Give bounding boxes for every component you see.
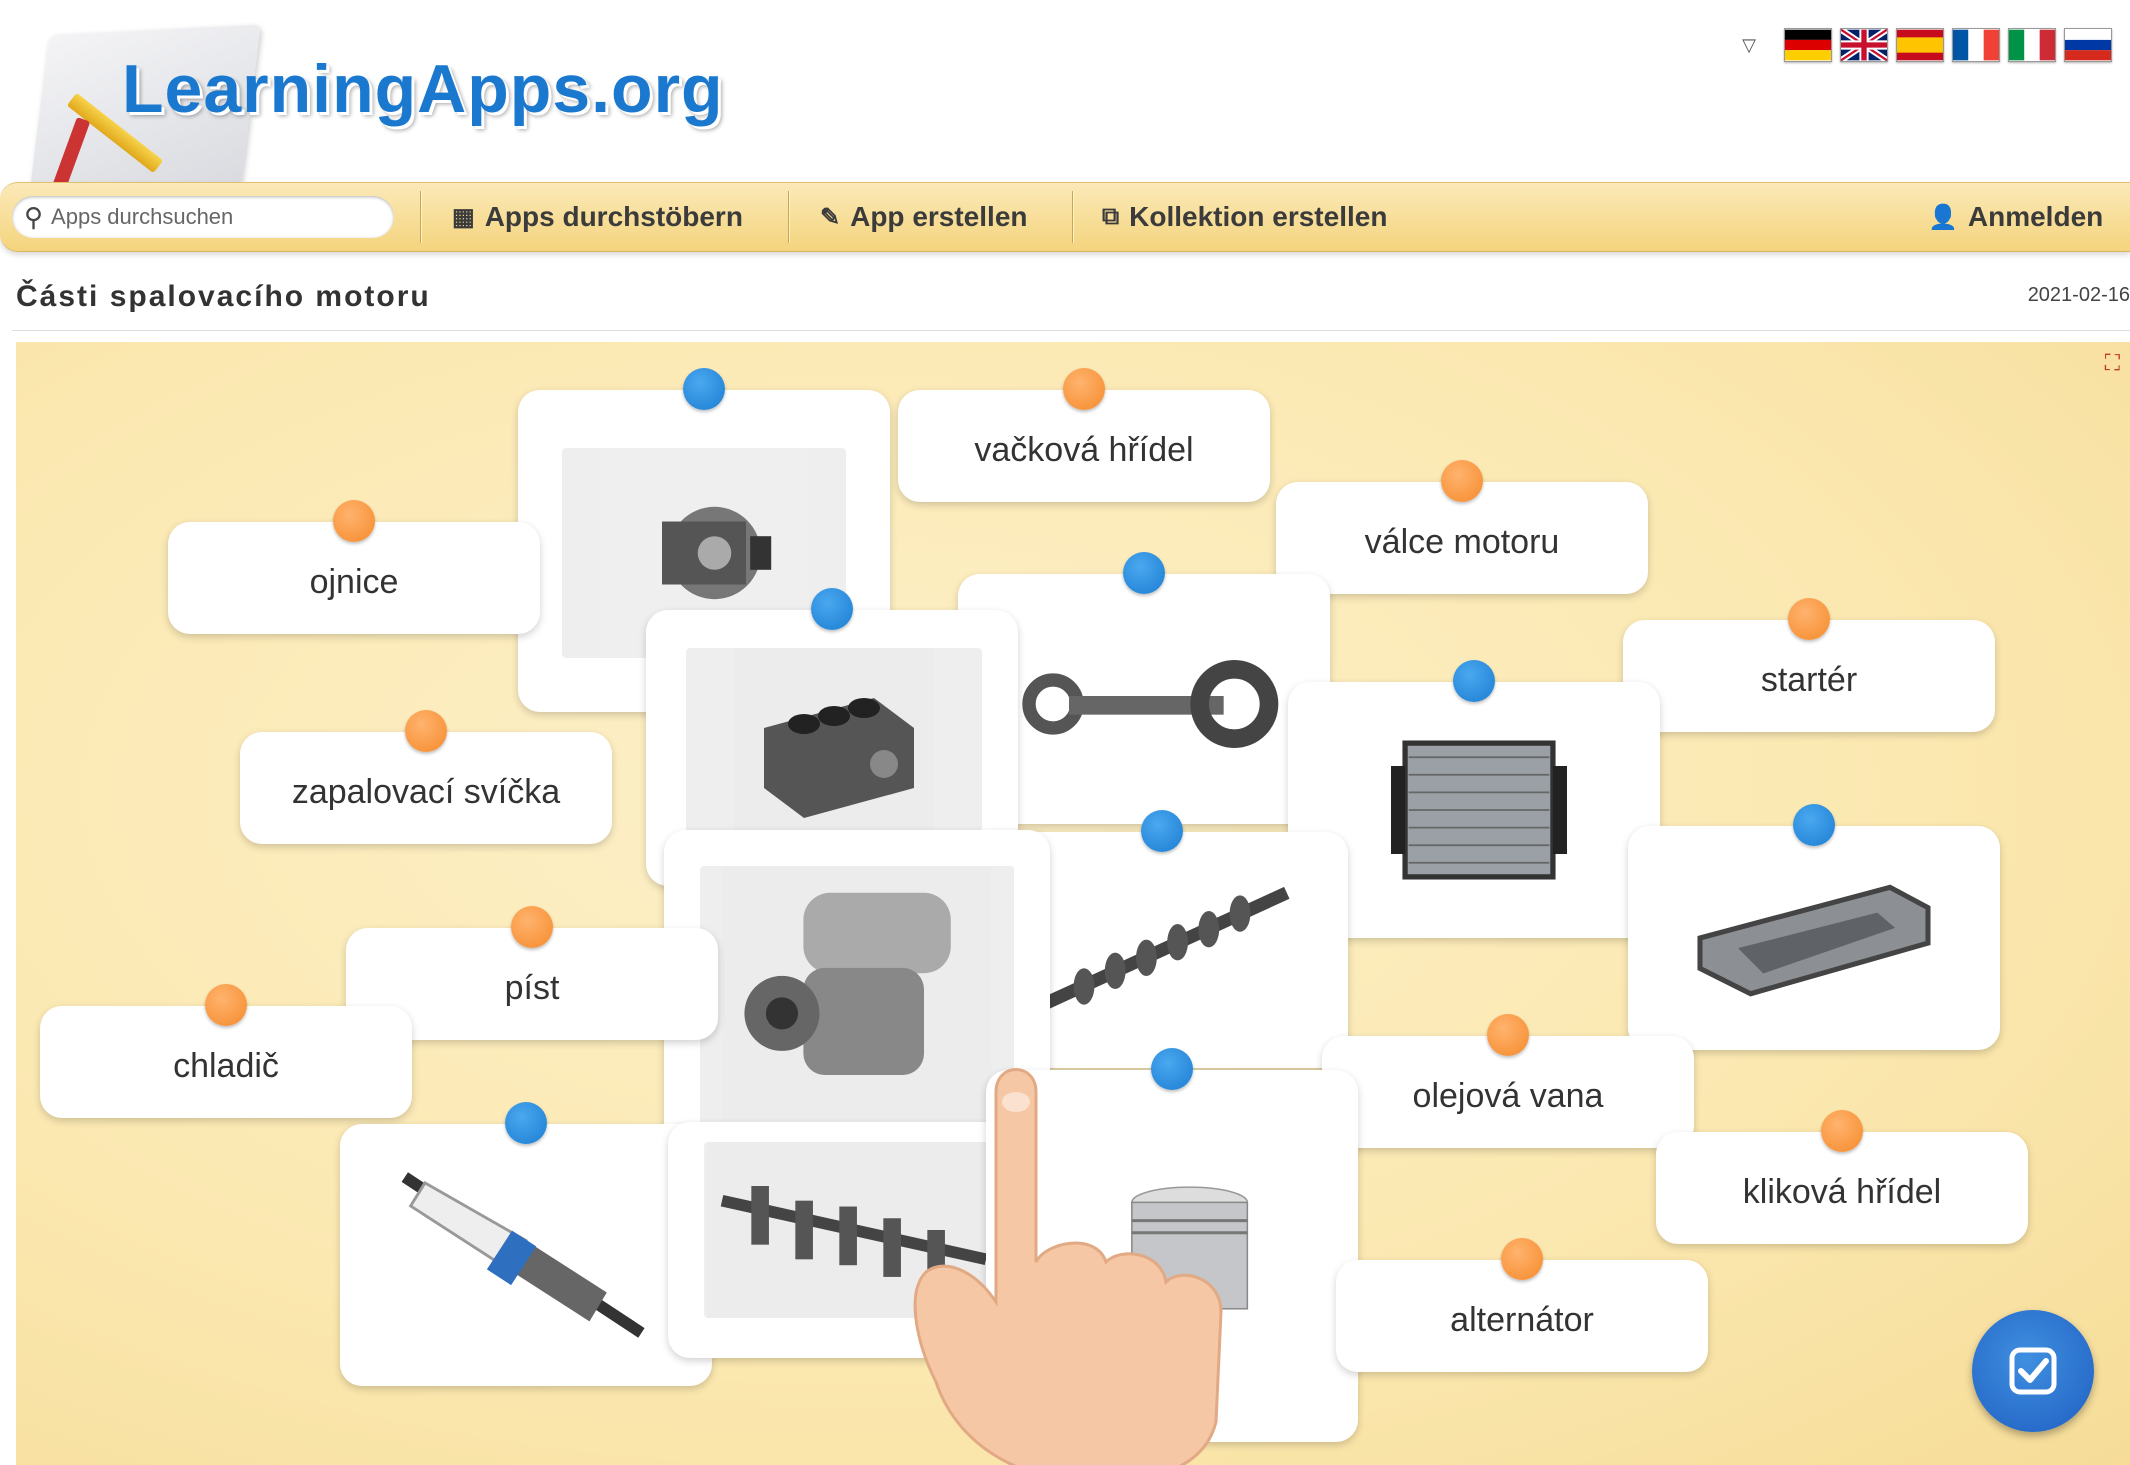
label-card-alternator[interactable]: alternátor: [1336, 1238, 1708, 1372]
site-header: LearningApps.org ▽: [0, 0, 2130, 197]
connector-dot[interactable]: [1453, 660, 1495, 702]
radiator-image: [1358, 722, 1600, 898]
label-card-chladic[interactable]: chladič: [40, 984, 412, 1118]
toolbar-divider: [1072, 191, 1073, 243]
language-selector: ▽: [1742, 28, 2112, 62]
connector-dot[interactable]: [205, 984, 247, 1026]
card-label: alternátor: [1450, 1300, 1594, 1339]
toolbar-divider: [420, 191, 421, 243]
connector-dot[interactable]: [1501, 1238, 1543, 1280]
create-app-button[interactable]: ✎ App erstellen: [820, 183, 1028, 251]
connector-dot[interactable]: [1788, 598, 1830, 640]
label-card-zapalovaci-svicka[interactable]: zapalovací svíčka: [240, 710, 612, 844]
card-label: vačková hřídel: [974, 430, 1194, 469]
create-app-label: App erstellen: [850, 201, 1028, 232]
label-card-starter[interactable]: startér: [1623, 598, 1995, 732]
card-label: startér: [1760, 660, 1858, 699]
create-collection-label: Kollektion erstellen: [1129, 201, 1388, 232]
connector-dot[interactable]: [1123, 552, 1165, 594]
label-card-olejova-vana[interactable]: olejová vana: [1322, 1014, 1694, 1148]
card-label: ojnice: [309, 562, 399, 601]
label-card-klikova-hridel[interactable]: kliková hřídel: [1656, 1110, 2028, 1244]
connector-dot[interactable]: [683, 368, 725, 410]
connector-dot[interactable]: [333, 500, 375, 542]
engine-block-image: [686, 648, 982, 848]
chevron-down-icon[interactable]: ▽: [1742, 35, 1756, 56]
toolbar-divider: [788, 191, 789, 243]
card-label: olejová vana: [1412, 1076, 1604, 1115]
collection-icon: ⧉: [1102, 203, 1120, 230]
pointing-hand-icon: [913, 1068, 1223, 1465]
flag-it-icon[interactable]: [2008, 28, 2056, 62]
main-toolbar: ⚲ ▦ Apps durchstöbern ✎ App erstellen ⧉ …: [0, 182, 2130, 252]
flag-es-icon[interactable]: [1896, 28, 1944, 62]
login-label: Anmelden: [1967, 201, 2104, 232]
create-collection-button[interactable]: ⧉ Kollektion erstellen: [1102, 183, 1387, 251]
connector-dot[interactable]: [505, 1102, 547, 1144]
connector-dot[interactable]: [1793, 804, 1835, 846]
flag-ru-icon[interactable]: [2064, 28, 2112, 62]
connector-dot[interactable]: [1441, 460, 1483, 502]
game-board: ⛶ vačková hřídel ojnice válce motoru sta…: [16, 342, 2130, 1465]
fullscreen-icon[interactable]: ⛶: [2105, 350, 2120, 376]
connector-dot[interactable]: [1487, 1014, 1529, 1056]
check-answers-button[interactable]: [1972, 1310, 2094, 1432]
checkmark-icon: [2009, 1347, 2057, 1395]
label-card-ojnice[interactable]: ojnice: [168, 500, 540, 634]
divider: [12, 330, 2130, 331]
grid-icon: ▦: [452, 203, 475, 231]
search-box: ⚲: [12, 196, 394, 238]
search-icon: ⚲: [24, 201, 44, 232]
spark-plug-image: [370, 1154, 682, 1356]
card-label: zapalovací svíčka: [291, 772, 561, 811]
browse-apps-button[interactable]: ▦ Apps durchstöbern: [452, 183, 743, 251]
label-card-vackova-hridel[interactable]: vačková hřídel: [898, 368, 1270, 502]
card-label: válce motoru: [1364, 522, 1560, 561]
connector-dot[interactable]: [1821, 1110, 1863, 1152]
card-label: kliková hřídel: [1742, 1172, 1942, 1211]
login-button[interactable]: 👤 Anmelden: [1928, 183, 2103, 251]
label-card-valce-motoru[interactable]: válce motoru: [1276, 460, 1648, 594]
site-logo[interactable]: LearningApps.org: [122, 50, 724, 128]
image-card-spark-plug[interactable]: [340, 1102, 712, 1386]
flag-de-icon[interactable]: [1784, 28, 1832, 62]
connector-dot[interactable]: [405, 710, 447, 752]
card-label: píst: [504, 968, 560, 1007]
connector-dot[interactable]: [1063, 368, 1105, 410]
connector-dot[interactable]: [511, 906, 553, 948]
connecting-rod-image: [1008, 624, 1290, 784]
app-title: Části spalovacího motoru: [16, 280, 431, 313]
flag-fr-icon[interactable]: [1952, 28, 2000, 62]
pencil-icon: ✎: [820, 203, 841, 231]
user-icon: 👤: [1928, 203, 1958, 231]
search-input[interactable]: [49, 203, 374, 231]
connector-dot[interactable]: [811, 588, 853, 630]
oil-pan-image: [1668, 862, 1960, 1014]
connector-dot[interactable]: [1141, 810, 1183, 852]
app-date: 2021-02-16: [2027, 284, 2130, 306]
image-card-oil-pan[interactable]: [1628, 804, 2000, 1050]
browse-apps-label: Apps durchstöbern: [484, 201, 743, 232]
flag-gb-icon[interactable]: [1840, 28, 1888, 62]
card-label: chladič: [173, 1046, 279, 1085]
